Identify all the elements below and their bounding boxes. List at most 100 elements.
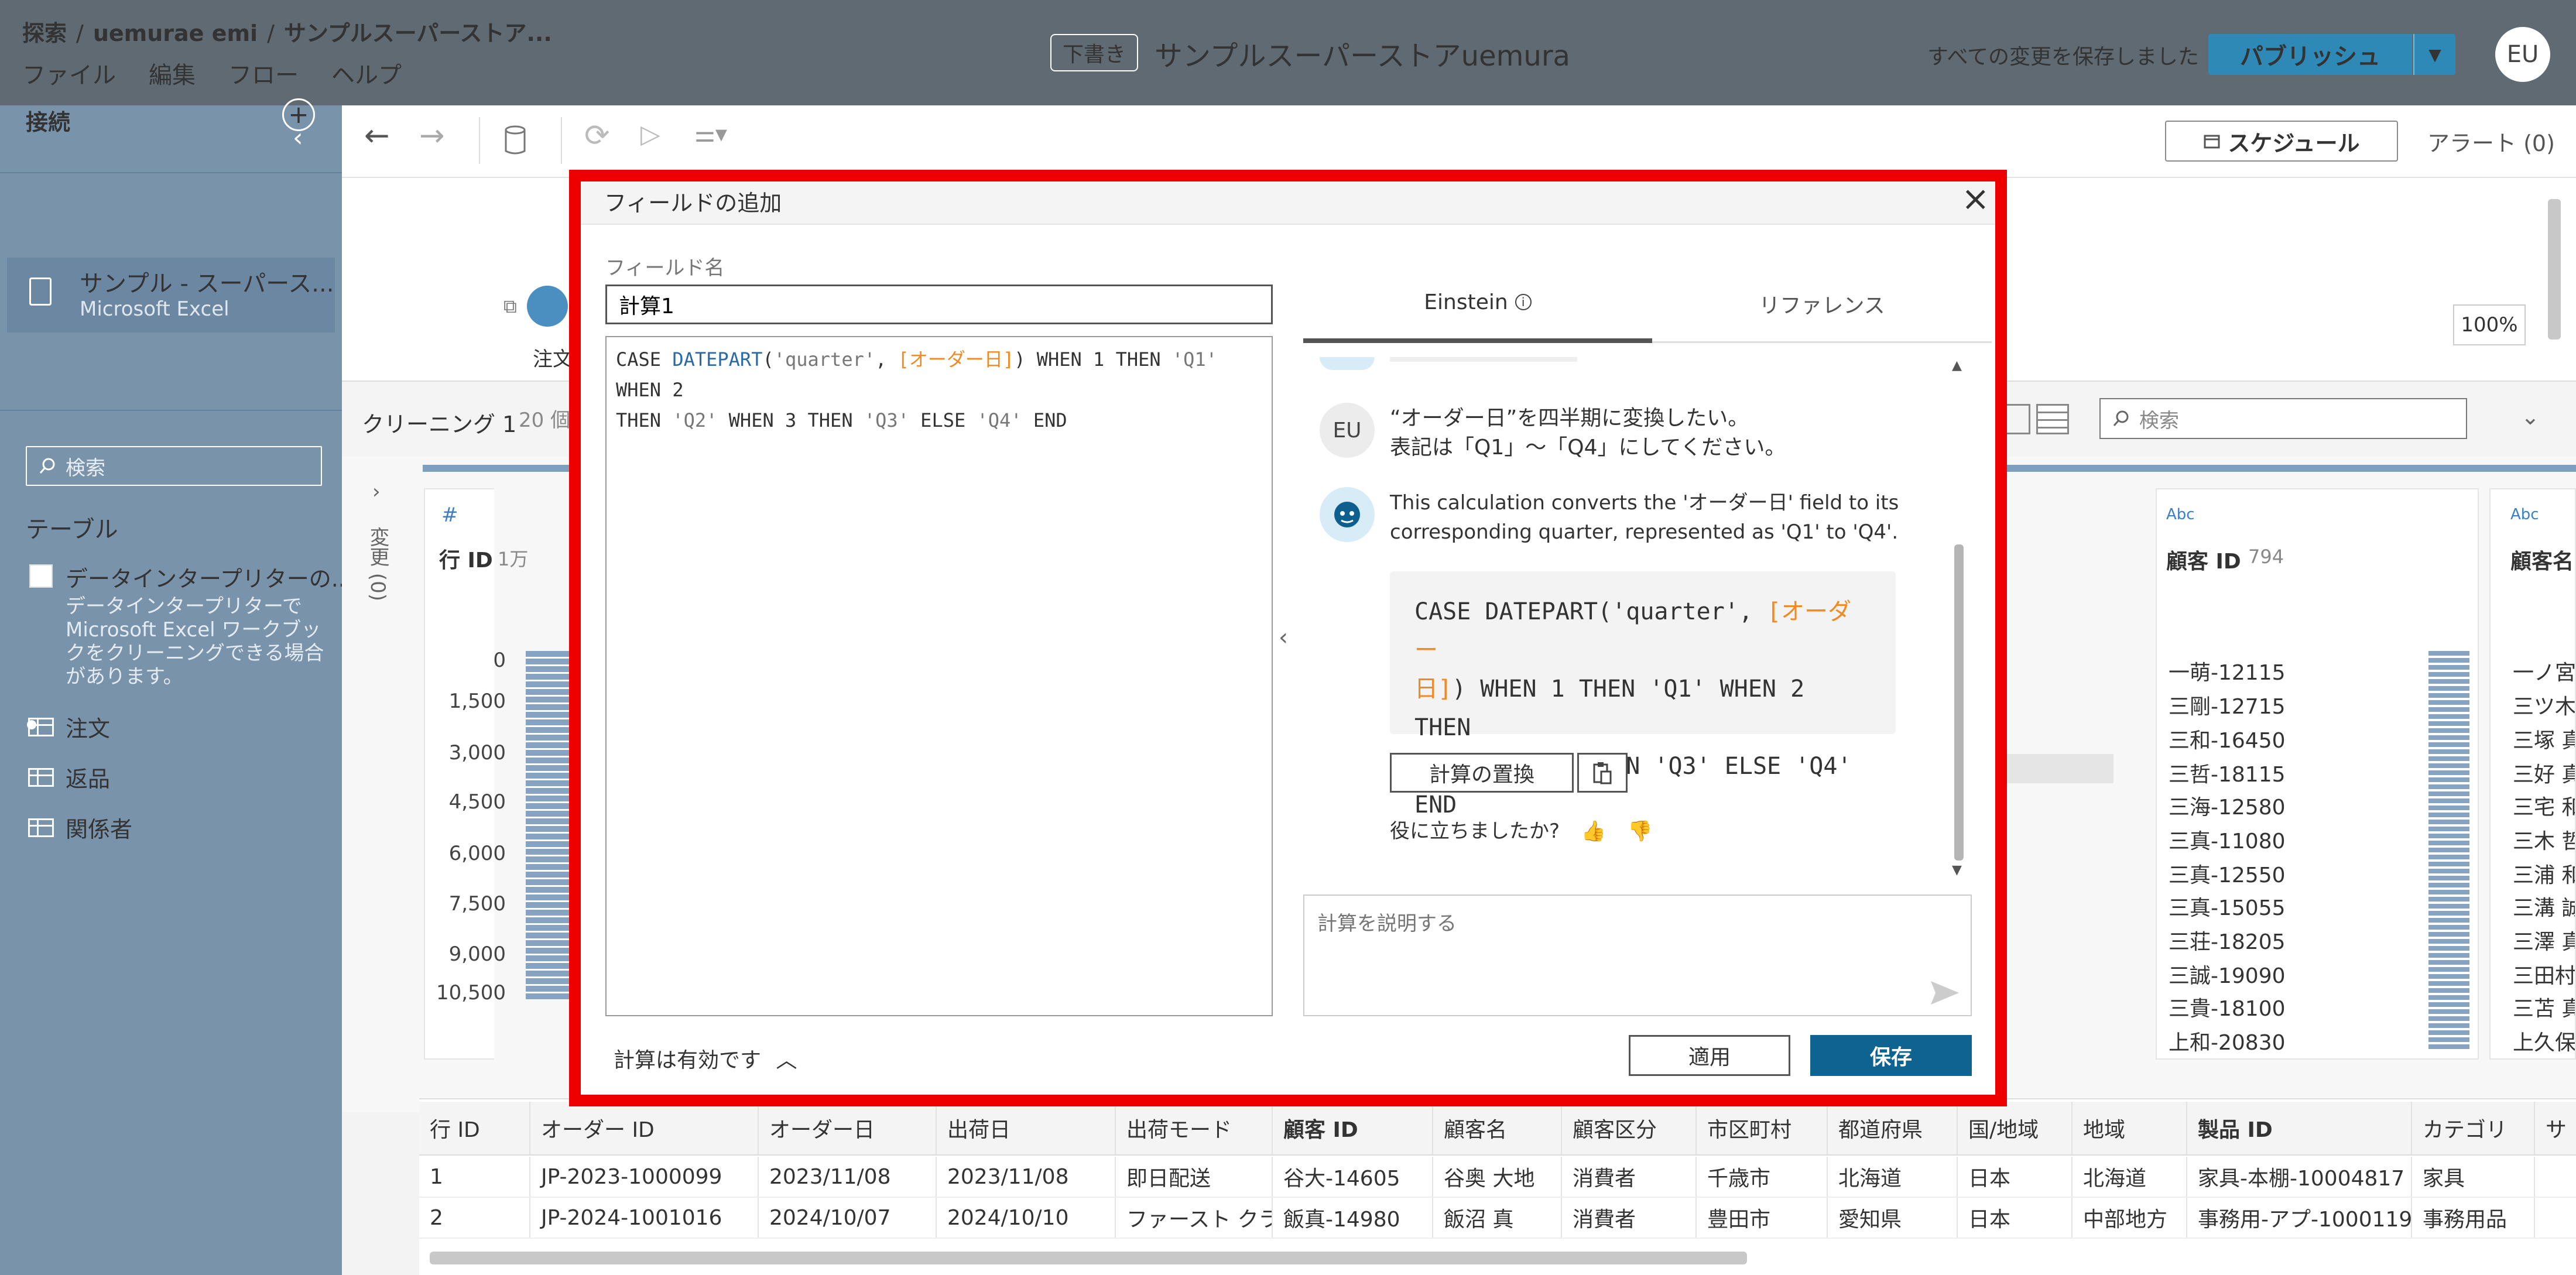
describe-calculation-input[interactable]	[1303, 894, 1972, 1016]
sidebar-search[interactable]: 検索	[26, 446, 322, 486]
column-header[interactable]: オーダー ID	[530, 1102, 759, 1154]
sidebar-table-orders[interactable]: 注文	[28, 711, 110, 743]
column-header[interactable]: カテゴリ	[2412, 1102, 2535, 1154]
add-connection-icon[interactable]: +	[282, 98, 315, 131]
profile-value[interactable]: 一ノ宮	[2513, 656, 2575, 686]
breadcrumb-user[interactable]: uemurae emi	[93, 20, 258, 46]
grid-horizontal-scrollbar[interactable]	[430, 1252, 1747, 1264]
back-arrow-icon[interactable]: ←	[364, 118, 390, 153]
profile-value[interactable]: 三哲-18115	[2169, 758, 2286, 788]
alerts-link[interactable]: アラート (0)	[2427, 125, 2555, 157]
formula-editor[interactable]: CASE DATEPART('quarter', [オーダー日]) WHEN 1…	[605, 336, 1273, 1016]
profile-value[interactable]: 三宅 和	[2513, 790, 2575, 821]
apply-button[interactable]: 適用	[1629, 1035, 1790, 1076]
profile-value[interactable]: 三ツ木	[2513, 690, 2575, 720]
profile-value[interactable]: 三剛-12715	[2169, 690, 2286, 720]
thumbs-up-icon[interactable]: 👍	[1581, 820, 1606, 843]
filter-settings-icon[interactable]: ⚌▾	[694, 121, 727, 148]
save-button[interactable]: 保存	[1810, 1035, 1972, 1076]
copy-button[interactable]	[1577, 753, 1628, 793]
replace-calculation-button[interactable]: 計算の置換	[1390, 753, 1574, 793]
chat-scroll-thumb[interactable]	[1954, 544, 1964, 861]
column-header[interactable]: 製品 ID	[2187, 1102, 2412, 1154]
menu-file[interactable]: ファイル	[22, 56, 116, 90]
profile-value[interactable]: 三浦 和	[2513, 858, 2575, 889]
column-header[interactable]: 顧客 ID	[1273, 1102, 1433, 1154]
profile-value[interactable]: 三木 哲	[2513, 824, 2575, 855]
menu-flow[interactable]: フロー	[228, 56, 299, 90]
profile-value[interactable]: 三澤 真	[2513, 925, 2575, 955]
send-icon[interactable]	[1930, 980, 1960, 1008]
profile-value[interactable]: 上和-20830	[2169, 1026, 2286, 1056]
column-header[interactable]: 地域	[2073, 1102, 2187, 1154]
column-header[interactable]: 顧客区分	[1562, 1102, 1697, 1154]
table-row[interactable]: 1 JP-2023-1000099 2023/11/08 2023/11/08 …	[419, 1157, 2576, 1198]
column-header[interactable]: 市区町村	[1697, 1102, 1828, 1154]
profile-value[interactable]: 三真-12550	[2169, 858, 2286, 889]
table-row[interactable]: 2 JP-2024-1001016 2024/10/07 2024/10/10 …	[419, 1198, 2576, 1239]
sidebar-table-returns[interactable]: 返品	[28, 761, 110, 793]
scroll-up-icon[interactable]: ▲	[1952, 358, 1962, 373]
publish-button[interactable]: パブリッシュ	[2208, 34, 2412, 75]
tab-einstein[interactable]: Einstein i	[1303, 266, 1652, 343]
column-header[interactable]: 顧客名	[1433, 1102, 1562, 1154]
profile-value[interactable]: 上久保	[2513, 1026, 2575, 1056]
profile-search[interactable]: 検索	[2099, 398, 2467, 439]
profile-value[interactable]: 三貴-18100	[2169, 992, 2286, 1022]
info-icon[interactable]: i	[1515, 294, 1532, 310]
expand-chevron-icon[interactable]: ⌄	[2521, 404, 2540, 430]
profile-value[interactable]: 三苫 真	[2513, 992, 2575, 1022]
profile-value[interactable]: 三真-11080	[2169, 824, 2286, 855]
calculation-valid-toggle[interactable]: 計算は有効です ︿	[614, 1043, 797, 1074]
breadcrumb-flow[interactable]: サンプルスーパーストア...	[284, 20, 552, 46]
menu-help[interactable]: ヘルプ	[331, 56, 402, 90]
column-header[interactable]: オーダー日	[759, 1102, 937, 1154]
close-icon[interactable]: ×	[1961, 181, 1990, 215]
column-header[interactable]: 出荷日	[937, 1102, 1116, 1154]
zoom-level[interactable]: 100%	[2453, 304, 2526, 345]
data-interpreter-checkbox[interactable]	[29, 564, 53, 588]
thumbs-down-icon[interactable]: 👎	[1628, 820, 1652, 843]
column-header[interactable]: 出荷モード	[1116, 1102, 1273, 1154]
breadcrumb-explore[interactable]: 探索	[22, 20, 67, 46]
column-header[interactable]: 行 ID	[419, 1102, 530, 1154]
forward-arrow-icon[interactable]: →	[419, 118, 445, 153]
scroll-down-icon[interactable]: ▼	[1952, 863, 1962, 878]
profile-value[interactable]: 三田村	[2513, 959, 2575, 989]
publish-dropdown-button[interactable]: ▼	[2413, 34, 2455, 75]
profile-value[interactable]: 三誠-19090	[2169, 959, 2286, 989]
column-header[interactable]: サ	[2535, 1102, 2576, 1154]
profile-value[interactable]: 三好 真	[2513, 758, 2575, 788]
database-icon[interactable]	[503, 125, 527, 158]
flow-node-orders[interactable]	[527, 286, 568, 327]
breadcrumb: 探索 / uemurae emi / サンプルスーパーストア...	[22, 20, 552, 46]
profile-value[interactable]: 三海-12580	[2169, 790, 2286, 821]
column-header[interactable]: 都道府県	[1828, 1102, 1958, 1154]
profile-value[interactable]: 三荘-18205	[2169, 925, 2286, 955]
menu-edit[interactable]: 編集	[149, 56, 196, 90]
expand-changes-icon[interactable]: ›	[372, 480, 381, 503]
sidebar-table-people[interactable]: 関係者	[28, 811, 132, 844]
document-title[interactable]: サンプルスーパーストアuemura	[1155, 33, 1570, 74]
column-header[interactable]: 国/地域	[1958, 1102, 2073, 1154]
collapse-panel-icon[interactable]: ‹	[1279, 624, 1288, 651]
run-icon[interactable]: ▷	[640, 119, 660, 149]
row-id-header: 行 ID	[439, 549, 493, 573]
refresh-icon[interactable]: ⟳	[584, 118, 610, 153]
table-view-icon[interactable]	[2036, 404, 2069, 434]
profile-value[interactable]: 三溝 誠	[2513, 891, 2575, 921]
profile-value[interactable]: 三塚 真	[2513, 724, 2575, 754]
canvas-scrollbar[interactable]	[2548, 199, 2561, 340]
edit-node-icon[interactable]: ⧉	[503, 295, 517, 318]
profile-card-row-id[interactable]	[424, 488, 494, 1060]
row-id-histogram[interactable]	[526, 651, 573, 1000]
profile-value[interactable]: 三和-16450	[2169, 724, 2286, 754]
profile-value[interactable]: 一萌-12115	[2169, 656, 2286, 686]
field-name-input[interactable]	[605, 285, 1273, 324]
user-avatar[interactable]: EU	[2495, 27, 2550, 82]
profile-value[interactable]: 三真-15055	[2169, 891, 2286, 921]
changes-label[interactable]: 変更 (0)	[366, 527, 392, 601]
schedule-button[interactable]: スケジュール	[2165, 121, 2398, 162]
tab-reference[interactable]: リファレンス	[1652, 266, 1992, 343]
dialog-titlebar	[581, 181, 1995, 225]
